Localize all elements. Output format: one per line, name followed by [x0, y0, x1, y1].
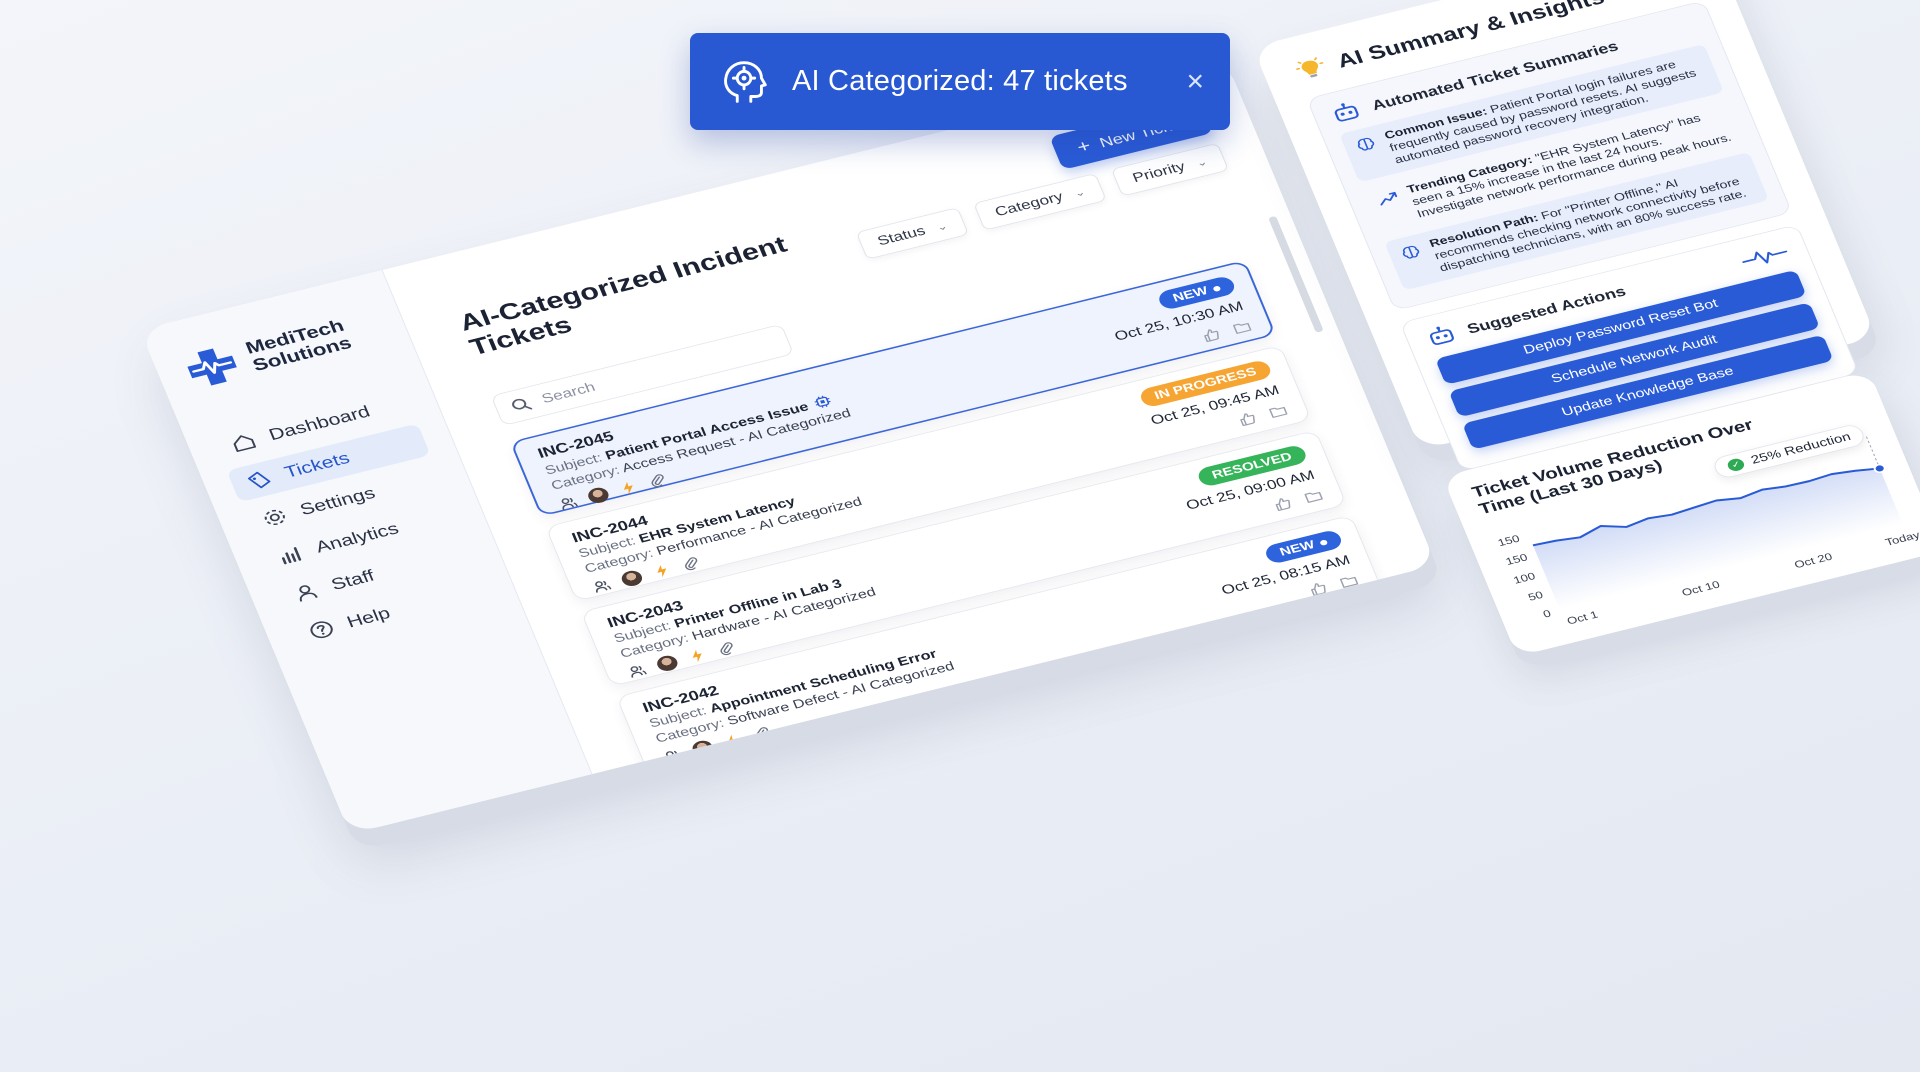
y-tick-label: 150	[1504, 552, 1530, 568]
sidebar-item-label: Analytics	[313, 519, 402, 557]
main-panel: MediTech Solutions Dashboard Tickets Set…	[140, 61, 1437, 834]
robot-icon	[1429, 326, 1454, 345]
toast-message: AI Categorized: 47 tickets	[792, 65, 1128, 97]
brand-name: MediTech Solutions	[242, 315, 355, 375]
filter-label: Priority	[1130, 158, 1188, 186]
page-title: AI-Categorized Incident Tickets	[455, 231, 791, 361]
person-icon	[299, 585, 318, 602]
thumbs-up-icon[interactable]	[1306, 580, 1329, 597]
today-marker-line	[1865, 436, 1881, 469]
status-dot	[1212, 285, 1222, 292]
chevron-down-icon: ⌄	[934, 219, 950, 234]
lightning-icon	[657, 565, 667, 578]
filter-label: Category	[992, 189, 1066, 220]
y-tick-label: 100	[1512, 570, 1538, 586]
lightning-icon	[692, 649, 702, 663]
search-icon	[512, 398, 533, 410]
sidebar-item-label: Settings	[297, 484, 378, 519]
assignee-avatar[interactable]	[654, 653, 681, 674]
users-icon	[561, 497, 579, 510]
x-tick-label: Oct 10	[1680, 579, 1722, 599]
status-filter[interactable]: Status ⌄	[855, 207, 970, 260]
users-icon	[595, 581, 612, 593]
brand: MediTech Solutions	[178, 307, 385, 393]
lightbulb-icon	[1296, 57, 1324, 78]
assignee-avatar[interactable]	[690, 738, 716, 758]
y-tick-label: 150	[1496, 533, 1522, 549]
filter-label: Status	[875, 223, 928, 249]
brain-icon	[1357, 137, 1375, 151]
sidebar-item-label: Help	[344, 604, 394, 632]
chevron-down-icon: ⌄	[1072, 185, 1088, 200]
users-icon	[665, 750, 683, 763]
sidebar-item-label: Staff	[328, 566, 378, 594]
chevron-down-icon: ⌄	[1194, 155, 1210, 169]
help-icon	[310, 621, 333, 639]
paperclip-icon	[685, 557, 698, 571]
sidebar-item-label: Tickets	[281, 449, 353, 482]
paperclip-icon	[755, 727, 769, 741]
y-tick-label: 50	[1527, 589, 1546, 603]
gear-icon	[264, 509, 285, 526]
x-tick-label: Oct 1	[1565, 609, 1599, 627]
x-tick-label: Oct 20	[1793, 551, 1835, 571]
bar-chart-icon	[281, 547, 302, 565]
trend-up-icon	[1380, 191, 1398, 206]
robot-icon	[1334, 103, 1359, 122]
status-dot	[1319, 539, 1329, 546]
ticket-icon	[247, 471, 271, 489]
medical-cross-logo-icon	[187, 348, 237, 386]
lightning-icon	[623, 481, 633, 495]
y-tick-label: 0	[1541, 608, 1553, 620]
users-icon	[630, 665, 647, 678]
filter-bar: Status ⌄ Category ⌄ Priority ⌄	[855, 142, 1229, 260]
assignee-avatar[interactable]	[585, 485, 612, 506]
folder-icon[interactable]	[1338, 573, 1361, 590]
category-filter[interactable]: Category ⌄	[973, 172, 1107, 231]
brain-gear-icon	[724, 60, 767, 103]
ai-chip-icon	[814, 395, 831, 408]
ai-categorized-toast: AI Categorized: 47 tickets ×	[690, 33, 1230, 130]
plus-icon: +	[1073, 135, 1094, 157]
x-tick-label: Today	[1884, 529, 1920, 548]
home-icon	[233, 435, 257, 452]
toast-close-button[interactable]: ×	[1186, 66, 1204, 97]
paperclip-icon	[720, 642, 733, 656]
status-text: NEW	[1277, 538, 1317, 559]
pulse-icon	[1742, 250, 1788, 264]
status-text: NEW	[1170, 284, 1210, 305]
brain-icon	[1402, 245, 1420, 259]
assignee-avatar[interactable]	[619, 568, 645, 589]
lightning-icon	[728, 734, 738, 748]
paperclip-icon	[651, 474, 664, 488]
